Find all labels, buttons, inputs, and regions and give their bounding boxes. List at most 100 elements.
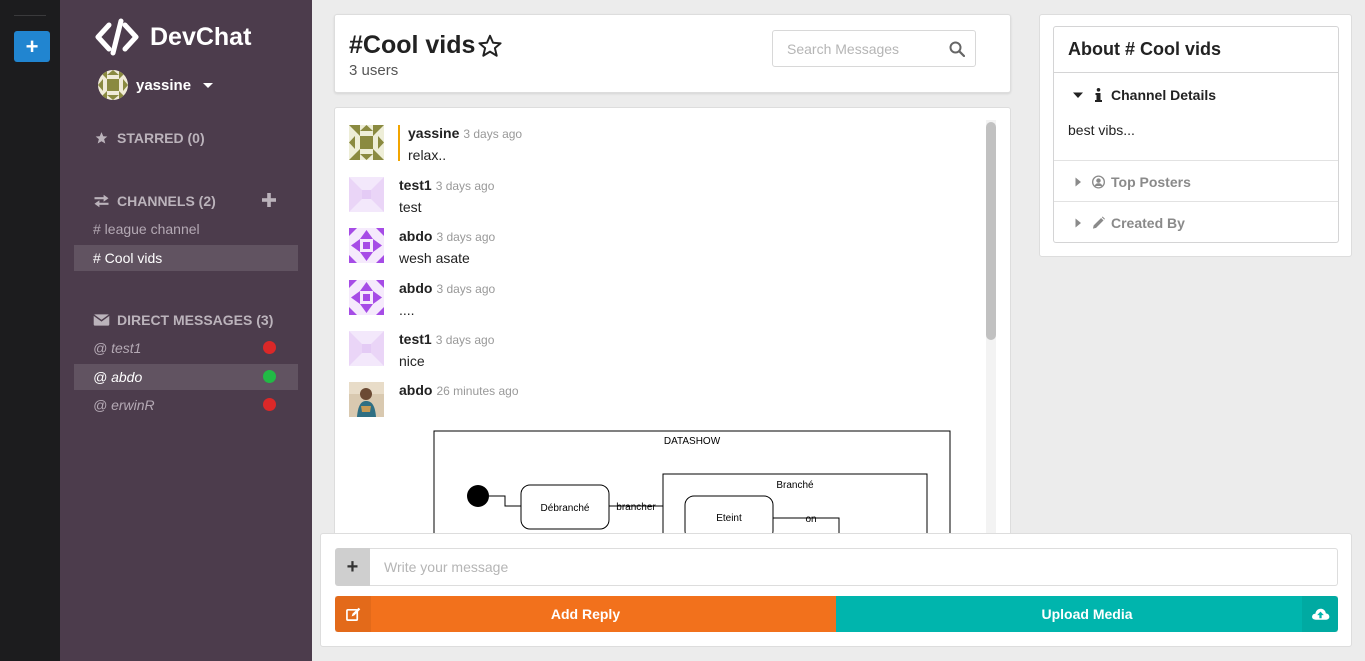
add-workspace-button[interactable]: + [14, 31, 50, 62]
message-input[interactable] [370, 548, 1338, 586]
channel-info-panel: About # Cool vids Channel Details best v… [1039, 14, 1352, 257]
starred-header: STARRED (0) [93, 130, 205, 146]
channel-item-league-channel[interactable]: # league channel [74, 216, 298, 242]
channel-description: best vibs... [1068, 122, 1135, 138]
edit-icon [335, 596, 371, 632]
rail-divider [14, 15, 46, 16]
diagram-title: DATASHOW [664, 436, 721, 447]
exchange-icon [94, 194, 109, 208]
workspace-rail: + [0, 0, 60, 661]
diagram-transition-a: brancher [616, 502, 656, 513]
code-icon [95, 18, 139, 56]
add-reply-button[interactable]: Add Reply [335, 596, 836, 632]
dm-label: @ test1 [93, 340, 142, 356]
author-avatar [349, 177, 384, 212]
starred-label: STARRED (0) [117, 130, 205, 146]
direct-messages-header: DIRECT MESSAGES (3) [93, 312, 273, 328]
message-time: 26 minutes ago [436, 384, 519, 398]
message-feed[interactable]: yassine 3 days ago relax.. test1 3 days ag… [334, 107, 1011, 537]
caret-down-icon [1073, 92, 1083, 98]
caret-right-icon [1075, 218, 1081, 228]
dm-item-abdo[interactable]: @ abdo [74, 364, 298, 390]
channel-accordion: Channel Details best vibs... Top Posters… [1053, 73, 1339, 243]
app-name: DevChat [150, 22, 252, 51]
message-author[interactable]: yassine [408, 125, 459, 141]
message-item: abdo 3 days ago wesh asate [349, 228, 495, 266]
message-author[interactable]: abdo [399, 280, 432, 296]
message-item: abdo 3 days ago .... [349, 280, 495, 318]
message-item: test1 3 days ago test [349, 177, 494, 215]
search-icon[interactable] [949, 41, 965, 57]
dm-label: @ abdo [93, 369, 143, 385]
add-reply-label: Add Reply [550, 606, 621, 622]
user-menu[interactable]: yassine [98, 70, 214, 100]
upload-media-label: Upload Media [1041, 606, 1133, 622]
author-avatar-photo [349, 382, 384, 417]
message-image-diagram[interactable]: DATASHOW Débranché brancher Branché Etei… [433, 430, 953, 537]
message-time: 3 days ago [436, 282, 496, 296]
message-time: 3 days ago [435, 179, 495, 193]
message-time: 3 days ago [463, 127, 523, 141]
created-by-label: Created By [1111, 215, 1185, 231]
message-composer: + Add Reply Upload Media [320, 533, 1352, 647]
diagram-state-b: Eteint [716, 513, 742, 524]
channel-title: #Cool vids [349, 31, 503, 60]
user-name: yassine [136, 76, 192, 94]
caret-right-icon [1075, 177, 1081, 187]
dm-label: @ erwinR [93, 397, 155, 413]
channel-header: #Cool vids 3 users [334, 14, 1011, 93]
message-author[interactable]: abdo [399, 382, 432, 398]
message-item: abdo 26 minutes ago [349, 382, 519, 417]
dm-item-test1[interactable]: @ test1 [74, 335, 298, 361]
diagram-initial-state [467, 485, 489, 507]
accordion-top-posters[interactable]: Top Posters [1054, 162, 1338, 202]
star-outline-icon[interactable] [477, 33, 503, 59]
channel-details-label: Channel Details [1111, 87, 1217, 103]
channels-header: CHANNELS (2) [93, 193, 216, 209]
about-title: About # Cool vids [1053, 26, 1339, 73]
message-time: 3 days ago [435, 333, 495, 347]
message-text: wesh asate [399, 250, 470, 266]
user-circle-icon [1092, 175, 1105, 189]
user-avatar [98, 70, 128, 100]
message-item: test1 3 days ago nice [349, 331, 494, 369]
diagram-group: Branché [776, 480, 814, 491]
message-author[interactable]: test1 [399, 331, 432, 347]
author-avatar [349, 280, 384, 315]
accordion-channel-details[interactable]: Channel Details [1054, 75, 1338, 115]
channels-label: CHANNELS (2) [117, 193, 216, 209]
message-author[interactable]: abdo [399, 228, 432, 244]
channel-name: #Cool vids [349, 31, 476, 59]
search-box [772, 30, 976, 67]
author-avatar [349, 125, 384, 160]
message-text: nice [399, 353, 425, 369]
dm-item-erwinr[interactable]: @ erwinR [74, 392, 298, 418]
chevron-down-icon [203, 82, 214, 88]
message-text: .... [399, 302, 415, 318]
message-text: test [399, 199, 422, 215]
top-posters-label: Top Posters [1111, 174, 1191, 190]
accordion-divider [1054, 201, 1338, 202]
message-time: 3 days ago [436, 230, 496, 244]
cloud-upload-icon [1302, 596, 1338, 632]
channel-item-cool-vids[interactable]: # Cool vids [74, 245, 298, 271]
add-channel-icon[interactable] [262, 193, 276, 207]
channel-user-count: 3 users [349, 62, 399, 79]
scrollbar-thumb[interactable] [986, 122, 996, 340]
direct-messages-label: DIRECT MESSAGES (3) [117, 312, 274, 328]
upload-media-button[interactable]: Upload Media [836, 596, 1338, 632]
app-brand: DevChat [94, 18, 251, 56]
search-input[interactable] [787, 31, 947, 66]
sidebar: DevChat yassine STARRED (0) CHANNELS (2)… [60, 0, 312, 661]
author-avatar [349, 228, 384, 263]
star-icon [95, 132, 108, 144]
accordion-divider [1054, 160, 1338, 161]
attach-button[interactable]: + [335, 548, 370, 586]
diagram-transition-b: on [805, 514, 816, 525]
accordion-created-by[interactable]: Created By [1054, 203, 1338, 243]
status-dot [263, 398, 276, 411]
mail-icon [93, 314, 110, 326]
message-item: yassine 3 days ago relax.. [349, 125, 523, 163]
message-author[interactable]: test1 [399, 177, 432, 193]
diagram-state-a: Débranché [541, 503, 590, 514]
